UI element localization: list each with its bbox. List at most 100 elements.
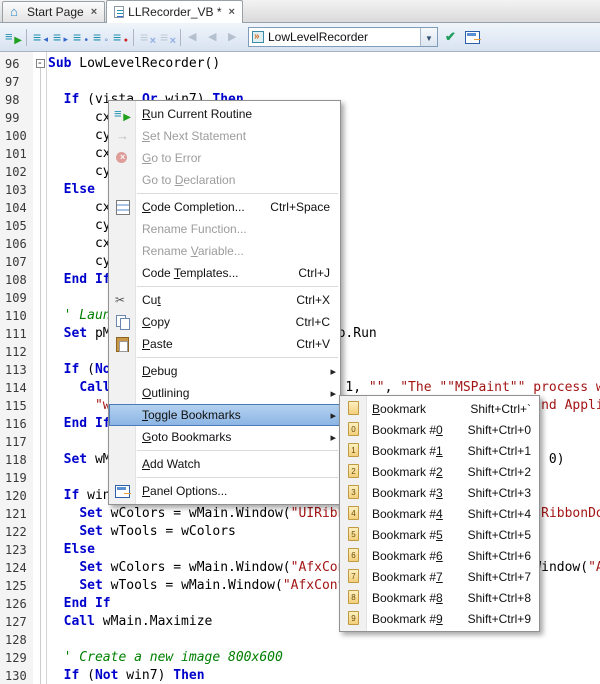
- menu-item-code-templates[interactable]: Code Templates...Ctrl+J: [109, 262, 340, 284]
- submenu-item-bookmark-7[interactable]: 7Bookmark #7Shift+Ctrl+7: [340, 566, 539, 587]
- tab-start-page[interactable]: Start Page×: [2, 1, 105, 22]
- routine-dropdown-button[interactable]: [420, 28, 437, 46]
- submenu-item-bookmark-8[interactable]: 8Bookmark #8Shift+Ctrl+8: [340, 587, 539, 608]
- bars-red-button[interactable]: [110, 26, 130, 48]
- toolbar-separator: [133, 29, 134, 46]
- submenu-item-bookmark-6[interactable]: 6Bookmark #6Shift+Ctrl+6: [340, 545, 539, 566]
- navigate-forward-button: [224, 26, 244, 48]
- line-number[interactable]: 102: [5, 163, 27, 181]
- code-text: Call wMain.Maximize: [48, 613, 212, 631]
- code-line-96[interactable]: 96Sub LowLevelRecorder(): [0, 55, 600, 73]
- code-line-130[interactable]: 130 If (Not win7) Then: [0, 667, 600, 684]
- bars-x-icon: [139, 29, 155, 45]
- submenu-shortcut: Shift+Ctrl+2: [454, 465, 531, 479]
- line-number[interactable]: 130: [5, 667, 27, 684]
- submenu-item-bookmark-9[interactable]: 9Bookmark #9Shift+Ctrl+9: [340, 608, 539, 629]
- syntax-check-button[interactable]: [442, 26, 462, 48]
- fold-collapse-icon[interactable]: [36, 59, 45, 68]
- submenu-item-bookmark[interactable]: BookmarkShift+Ctrl+`: [340, 398, 539, 419]
- line-number[interactable]: 109: [5, 289, 27, 307]
- tab-close-icon[interactable]: ×: [91, 6, 97, 18]
- line-number[interactable]: 123: [5, 541, 27, 559]
- line-number[interactable]: 128: [5, 631, 27, 649]
- line-number[interactable]: 100: [5, 127, 27, 145]
- menu-item-code-completion[interactable]: Code Completion...Ctrl+Space: [109, 196, 340, 218]
- submenu-arrow-icon: [330, 386, 336, 400]
- submenu-item-label: Bookmark #1: [372, 444, 443, 458]
- line-number[interactable]: 103: [5, 181, 27, 199]
- line-number[interactable]: 122: [5, 523, 27, 541]
- line-number[interactable]: 126: [5, 595, 27, 613]
- panel-options-button[interactable]: [462, 26, 482, 48]
- menu-item-label: Rename Variable...: [142, 244, 244, 258]
- line-number[interactable]: 116: [5, 415, 27, 433]
- line-number[interactable]: 98: [5, 91, 19, 109]
- line-number[interactable]: 120: [5, 487, 27, 505]
- tab-close-icon[interactable]: ×: [229, 6, 235, 18]
- line-number[interactable]: 114: [5, 379, 27, 397]
- code-text: Else: [48, 541, 95, 559]
- submenu-item-bookmark-3[interactable]: 3Bookmark #3Shift+Ctrl+3: [340, 482, 539, 503]
- line-number[interactable]: 121: [5, 505, 27, 523]
- code-line-129[interactable]: 129 ' Create a new image 800x600: [0, 649, 600, 667]
- line-number[interactable]: 96: [5, 55, 19, 73]
- bars-forward-button[interactable]: [50, 26, 70, 48]
- line-number[interactable]: 124: [5, 559, 27, 577]
- line-number[interactable]: 119: [5, 469, 27, 487]
- submenu-item-bookmark-0[interactable]: 0Bookmark #0Shift+Ctrl+0: [340, 419, 539, 440]
- line-number[interactable]: 113: [5, 361, 27, 379]
- bookmark-icon: 0: [348, 422, 359, 436]
- submenu-item-label: Bookmark #3: [372, 486, 443, 500]
- line-number[interactable]: 99: [5, 109, 19, 127]
- menu-item-debug[interactable]: Debug: [109, 360, 340, 382]
- line-number[interactable]: 110: [5, 307, 27, 325]
- menu-item-cut[interactable]: CutCtrl+X: [109, 289, 340, 311]
- routine-selector[interactable]: LowLevelRecorder: [248, 27, 438, 47]
- menu-item-paste[interactable]: PasteCtrl+V: [109, 333, 340, 355]
- line-number[interactable]: 107: [5, 253, 27, 271]
- line-number[interactable]: 97: [5, 73, 19, 91]
- menu-item-toggle-bookmarks[interactable]: Toggle Bookmarks: [109, 404, 340, 426]
- menu-item-label: Paste: [142, 337, 173, 351]
- line-number[interactable]: 101: [5, 145, 27, 163]
- bars-dot-button[interactable]: [70, 26, 90, 48]
- menu-item-goto-bookmarks[interactable]: Goto Bookmarks: [109, 426, 340, 448]
- submenu-item-bookmark-4[interactable]: 4Bookmark #4Shift+Ctrl+4: [340, 503, 539, 524]
- submenu-arrow-icon: [330, 430, 336, 444]
- line-number[interactable]: 112: [5, 343, 27, 361]
- line-number[interactable]: 115: [5, 397, 27, 415]
- submenu-item-bookmark-5[interactable]: 5Bookmark #5Shift+Ctrl+5: [340, 524, 539, 545]
- cut-icon: [114, 292, 130, 308]
- menu-item-copy[interactable]: CopyCtrl+C: [109, 311, 340, 333]
- line-number[interactable]: 106: [5, 235, 27, 253]
- menu-item-label: Set Next Statement: [142, 129, 246, 143]
- line-number[interactable]: 105: [5, 217, 27, 235]
- submenu-item-label: Bookmark: [372, 402, 426, 416]
- run-current-routine-button[interactable]: [3, 26, 23, 48]
- code-line-128[interactable]: 128: [0, 631, 600, 649]
- line-number[interactable]: 125: [5, 577, 27, 595]
- submenu-item-bookmark-1[interactable]: 1Bookmark #1Shift+Ctrl+1: [340, 440, 539, 461]
- menu-item-outlining[interactable]: Outlining: [109, 382, 340, 404]
- line-number[interactable]: 117: [5, 433, 27, 451]
- line-number[interactable]: 129: [5, 649, 27, 667]
- menu-item-add-watch[interactable]: Add Watch: [109, 453, 340, 475]
- tab-llrecorder-vb[interactable]: LLRecorder_VB *×: [106, 0, 243, 23]
- navigate-back-button: [184, 26, 204, 48]
- run-icon: [114, 106, 130, 122]
- routine-icon: [252, 31, 264, 43]
- submenu-item-label: Bookmark #9: [372, 612, 443, 626]
- line-number[interactable]: 118: [5, 451, 27, 469]
- bars-back-button[interactable]: [30, 26, 50, 48]
- line-number[interactable]: 104: [5, 199, 27, 217]
- code-line-97[interactable]: 97: [0, 73, 600, 91]
- code-text: ' Create a new image 800x600: [48, 649, 283, 667]
- menu-separator: [137, 193, 338, 194]
- submenu-item-bookmark-2[interactable]: 2Bookmark #2Shift+Ctrl+2: [340, 461, 539, 482]
- line-number[interactable]: 127: [5, 613, 27, 631]
- line-number[interactable]: 111: [5, 325, 27, 343]
- menu-item-run-current-routine[interactable]: Run Current Routine: [109, 103, 340, 125]
- menu-item-panel-options[interactable]: Panel Options...: [109, 480, 340, 502]
- line-number[interactable]: 108: [5, 271, 27, 289]
- bars-circle-button[interactable]: [90, 26, 110, 48]
